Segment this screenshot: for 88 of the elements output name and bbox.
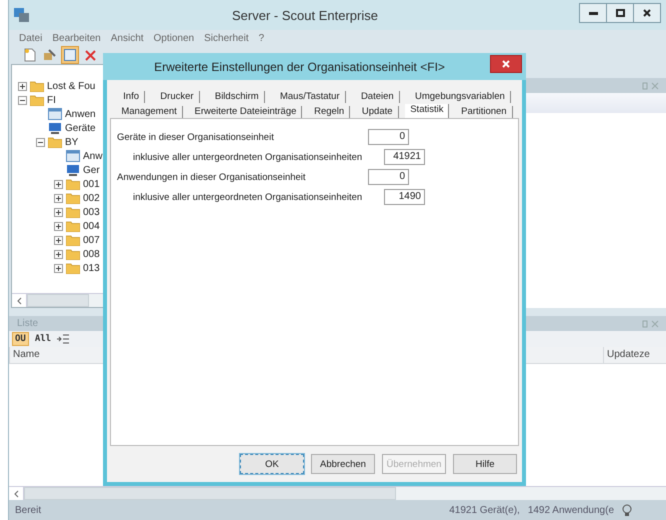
device-count: 41921 Gerät(e), [449,504,520,516]
expand-icon[interactable] [54,180,63,188]
count-field[interactable]: 1490 [384,189,425,205]
tree-item[interactable]: 003 [83,206,100,218]
count-field[interactable]: 0 [368,129,409,145]
folder-icon [30,94,44,106]
expand-icon[interactable] [54,208,63,216]
tools-icon[interactable] [43,48,57,62]
dialog-button[interactable]: Abbrechen [311,454,375,474]
field-label: Geräte in dieser Organisationseinheit [117,132,275,142]
close-button[interactable] [490,55,522,73]
tree-item[interactable]: 001 [83,178,100,190]
minimize-button[interactable] [579,3,607,23]
tab[interactable]: Maus/Tastatur [274,91,346,103]
monitor-icon [66,164,80,176]
tree-item[interactable]: FI [47,94,56,106]
expand-icon[interactable] [54,264,63,272]
tree-item[interactable]: BY [65,136,78,148]
menu-item[interactable]: ? [258,32,264,44]
menu-item[interactable]: Bearbeiten [52,32,101,44]
window-title: Server - Scout Enterprise [231,8,379,22]
dialog-button[interactable]: OK [240,454,304,474]
field-label: inklusive aller untergeordneten Organisationseinheiten [133,192,364,202]
lightbulb-icon [622,504,632,516]
pane-title: Liste [16,318,40,329]
application-window-icon [48,108,62,120]
field-label: Anwendungen in dieser Organisationseinheit [117,172,307,182]
dialog-button[interactable]: Hilfe [453,454,517,474]
count-field[interactable]: 41921 [384,149,425,165]
column-header[interactable]: Updateze [603,347,666,363]
new-document-icon[interactable] [24,48,36,62]
tab[interactable]: Drucker [155,91,200,103]
expand-icon[interactable] [54,236,63,244]
tab[interactable]: Info [118,91,145,103]
collapse-icon[interactable] [36,138,45,146]
folder-icon [48,136,62,148]
tab[interactable]: Statistik [405,104,450,118]
menu-item[interactable]: Sicherheit [204,32,249,44]
folder-icon [66,234,80,246]
tab[interactable]: Dateien [356,91,400,103]
menu-item[interactable]: Optionen [154,32,194,44]
horizontal-scrollbar[interactable] [9,486,666,500]
filter-button[interactable]: OU [12,332,29,346]
maximize-button[interactable] [606,3,634,23]
dialog-title: Erweiterte Einstellungen der Organisationseinheit <FI> [153,60,446,74]
minimize-icon [588,12,598,14]
tree-item[interactable]: 007 [83,234,100,246]
expand-icon[interactable] [54,194,63,202]
folder-icon [66,192,80,204]
list-indent-icon[interactable] [57,334,70,344]
status-text: Bereit [15,504,42,516]
folder-icon [66,262,80,274]
tree-item[interactable]: 004 [83,220,100,232]
tree-item[interactable]: Anwen [65,108,96,120]
expand-icon[interactable] [18,82,27,90]
expand-icon[interactable] [54,250,63,258]
folder-icon [66,220,80,232]
tree-item[interactable]: Lost & Fou [47,80,96,92]
tree-item[interactable]: Ger [83,164,100,176]
monitor-icon [48,122,62,134]
folder-icon [66,206,80,218]
close-icon [502,60,510,68]
tree-item[interactable]: 002 [83,192,100,204]
folder-icon [66,248,80,260]
tab[interactable]: Bildschirm [210,91,265,103]
folder-icon [66,178,80,190]
tree-item[interactable]: Anw [83,150,102,162]
collapse-icon[interactable] [18,96,27,104]
expand-icon[interactable] [54,222,63,230]
close-icon [643,9,651,17]
tab[interactable]: Umgebungsvariablen [410,91,511,103]
folder-icon [30,80,44,92]
application-count: 1492 Anwendung(e [528,504,614,516]
count-field[interactable]: 0 [368,169,409,185]
tree-item[interactable]: 008 [83,248,100,260]
delete-icon[interactable] [84,50,96,60]
application-window-icon [66,150,80,162]
tree-item[interactable]: Geräte [65,122,96,134]
filter-button[interactable]: All [32,332,54,346]
horizontal-scrollbar[interactable] [12,293,105,307]
window-icon[interactable] [64,49,76,61]
field-label: inklusive aller untergeordneten Organisationseinheiten [133,152,364,162]
app-icon [13,7,31,23]
close-button[interactable] [633,3,661,23]
menu-item[interactable]: Datei [19,32,42,44]
tree-item[interactable]: 013 [83,262,100,274]
maximize-icon [616,9,624,17]
menu-item[interactable]: Ansicht [110,32,144,44]
